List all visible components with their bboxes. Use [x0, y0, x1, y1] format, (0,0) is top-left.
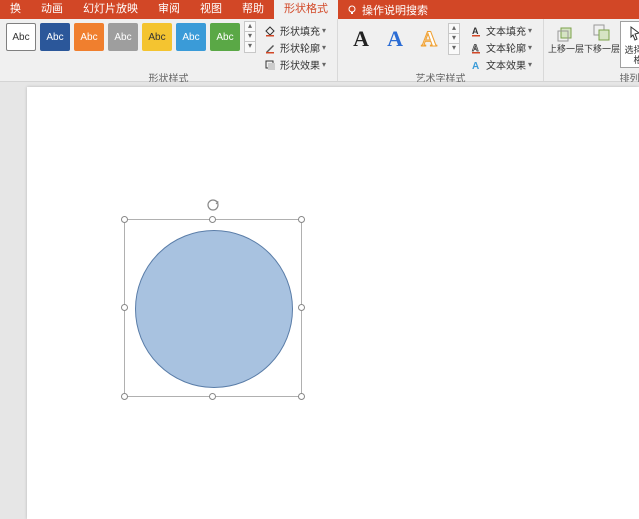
wordart-style-1[interactable]: A [346, 24, 376, 54]
shape-fill-label: 形状填充 [280, 23, 320, 38]
tab-partial[interactable]: 换 [0, 0, 31, 19]
text-fill-button[interactable]: A 文本填充 ▾ [466, 22, 535, 39]
tab-animation[interactable]: 动画 [31, 0, 73, 19]
rotate-handle[interactable] [206, 198, 220, 212]
chevron-down-icon: ▾ [322, 26, 326, 35]
shape-effects-label: 形状效果 [280, 57, 320, 72]
shape-style-1[interactable]: Abc [6, 23, 36, 51]
chevron-down-icon: ▾ [528, 43, 532, 52]
tab-shape-format[interactable]: 形状格式 [274, 0, 338, 19]
ribbon: Abc Abc Abc Abc Abc Abc Abc ▴ ▾ ▾ 形状填充 ▾ [0, 19, 639, 82]
group-wordart-styles: A A A ▴ ▾ ▾ A 文本填充 ▾ A 文本轮廓 ▾ [338, 19, 544, 81]
effects-icon [263, 59, 277, 71]
shape-effects-button[interactable]: 形状效果 ▾ [260, 56, 329, 73]
shape-outline-button[interactable]: 形状轮廓 ▾ [260, 39, 329, 56]
bring-forward-button[interactable]: 上移一层 [548, 21, 584, 56]
slide-canvas[interactable] [27, 87, 639, 519]
tab-help[interactable]: 帮助 [232, 0, 274, 19]
bucket-icon [263, 25, 277, 37]
wordart-gallery-expand[interactable]: ▴ ▾ ▾ [448, 23, 460, 55]
chevron-down-icon: ▾ [528, 60, 532, 69]
bring-forward-icon [556, 23, 576, 43]
svg-text:A: A [472, 61, 479, 71]
shape-fill-button[interactable]: 形状填充 ▾ [260, 22, 329, 39]
text-fill-icon: A [469, 25, 483, 37]
shape-style-gallery-expand[interactable]: ▴ ▾ ▾ [244, 21, 256, 53]
svg-text:A: A [472, 26, 479, 36]
shape-outline-label: 形状轮廓 [280, 40, 320, 55]
tab-view[interactable]: 视图 [190, 0, 232, 19]
resize-handle-l[interactable] [121, 304, 128, 311]
circle-shape[interactable] [135, 230, 293, 388]
text-fill-label: 文本填充 [486, 23, 526, 38]
wordart-style-2[interactable]: A [380, 24, 410, 54]
shape-style-7[interactable]: Abc [210, 23, 240, 51]
resize-handle-tl[interactable] [121, 216, 128, 223]
pen-icon [263, 42, 277, 54]
bring-forward-label: 上移一层 [548, 44, 584, 54]
ribbon-tab-bar: 换 动画 幻灯片放映 审阅 视图 帮助 形状格式 操作说明搜索 [0, 0, 639, 19]
wordart-style-gallery: A A A ▴ ▾ ▾ [342, 21, 462, 57]
text-effects-button[interactable]: A 文本效果 ▾ [466, 56, 535, 73]
selection-pane-button[interactable]: 选择窗格 [620, 21, 639, 68]
expand-icon: ▾ [449, 44, 459, 54]
send-backward-button[interactable]: 下移一层 [584, 21, 620, 56]
selection-pane-icon [628, 24, 639, 44]
svg-text:A: A [472, 43, 479, 53]
text-outline-button[interactable]: A 文本轮廓 ▾ [466, 39, 535, 56]
resize-handle-bl[interactable] [121, 393, 128, 400]
selection-pane-label: 选择窗格 [621, 45, 639, 65]
chevron-down-icon: ▾ [528, 26, 532, 35]
text-outline-label: 文本轮廓 [486, 40, 526, 55]
text-outline-icon: A [469, 42, 483, 54]
text-effects-icon: A [469, 59, 483, 71]
tab-review[interactable]: 审阅 [148, 0, 190, 19]
shape-style-gallery: Abc Abc Abc Abc Abc Abc Abc ▴ ▾ ▾ [4, 21, 256, 53]
expand-icon: ▾ [245, 42, 255, 52]
shape-style-4[interactable]: Abc [108, 23, 138, 51]
shape-style-5[interactable]: Abc [142, 23, 172, 51]
group-arrange: 上移一层 下移一层 选择窗格 对齐 ▾ 组合 ▾ [544, 19, 639, 81]
workspace [0, 82, 639, 519]
group-shape-styles: Abc Abc Abc Abc Abc Abc Abc ▴ ▾ ▾ 形状填充 ▾ [0, 19, 338, 81]
resize-handle-br[interactable] [298, 393, 305, 400]
resize-handle-t[interactable] [209, 216, 216, 223]
tell-me-label: 操作说明搜索 [362, 2, 428, 18]
text-effects-label: 文本效果 [486, 57, 526, 72]
send-backward-icon [592, 23, 612, 43]
chevron-down-icon: ▾ [322, 60, 326, 69]
chevron-down-icon: ▾ [322, 43, 326, 52]
selection-box[interactable] [124, 219, 302, 397]
resize-handle-tr[interactable] [298, 216, 305, 223]
shape-style-6[interactable]: Abc [176, 23, 206, 51]
shape-style-3[interactable]: Abc [74, 23, 104, 51]
bulb-icon [346, 4, 358, 16]
shape-style-2[interactable]: Abc [40, 23, 70, 51]
resize-handle-r[interactable] [298, 304, 305, 311]
wordart-style-3[interactable]: A [414, 24, 444, 54]
tab-slideshow[interactable]: 幻灯片放映 [73, 0, 148, 19]
resize-handle-b[interactable] [209, 393, 216, 400]
send-backward-label: 下移一层 [584, 44, 620, 54]
tell-me-search[interactable]: 操作说明搜索 [338, 2, 436, 18]
